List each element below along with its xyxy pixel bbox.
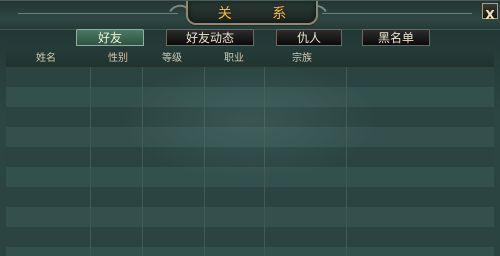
tab-bar: 好友 好友动态 仇人 黑名单: [0, 29, 500, 47]
column-header-level[interactable]: 等级: [162, 49, 182, 64]
table-row[interactable]: [6, 207, 494, 227]
table-row[interactable]: [6, 67, 494, 87]
relations-window: 关 系 X 好友 好友动态 仇人 黑名单 姓名 性别 等级 职业 宗族: [0, 0, 500, 256]
tab-friends[interactable]: 好友: [76, 29, 144, 46]
table-row[interactable]: [6, 147, 494, 167]
table-row[interactable]: [6, 247, 494, 256]
column-divider: [142, 67, 143, 256]
column-divider: [204, 67, 205, 256]
table-row[interactable]: [6, 167, 494, 187]
tab-enemies[interactable]: 仇人: [276, 29, 342, 46]
close-button[interactable]: X: [482, 3, 498, 22]
tab-friend-activity[interactable]: 好友动态: [166, 29, 254, 46]
column-header-clan[interactable]: 宗族: [292, 49, 312, 64]
table-header: 姓名 性别 等级 职业 宗族: [6, 47, 494, 68]
title-divider-right: [322, 13, 472, 14]
table-row[interactable]: [6, 87, 494, 107]
table-row[interactable]: [6, 107, 494, 127]
friends-table: 姓名 性别 等级 职业 宗族: [6, 47, 494, 256]
tab-blacklist[interactable]: 黑名单: [362, 29, 430, 46]
table-row[interactable]: [6, 187, 494, 207]
column-header-name[interactable]: 姓名: [36, 49, 56, 64]
close-icon: X: [485, 8, 495, 22]
title-bar[interactable]: 关 系 X: [0, 1, 500, 30]
title-divider-left: [18, 13, 178, 14]
column-header-class[interactable]: 职业: [224, 49, 244, 64]
table-row[interactable]: [6, 227, 494, 247]
column-divider: [264, 67, 265, 256]
window-title: 关 系: [217, 6, 305, 22]
column-divider: [346, 67, 347, 256]
table-row[interactable]: [6, 127, 494, 147]
title-plaque: 关 系: [186, 1, 318, 25]
column-header-gender[interactable]: 性别: [108, 49, 128, 64]
column-divider: [90, 67, 91, 256]
